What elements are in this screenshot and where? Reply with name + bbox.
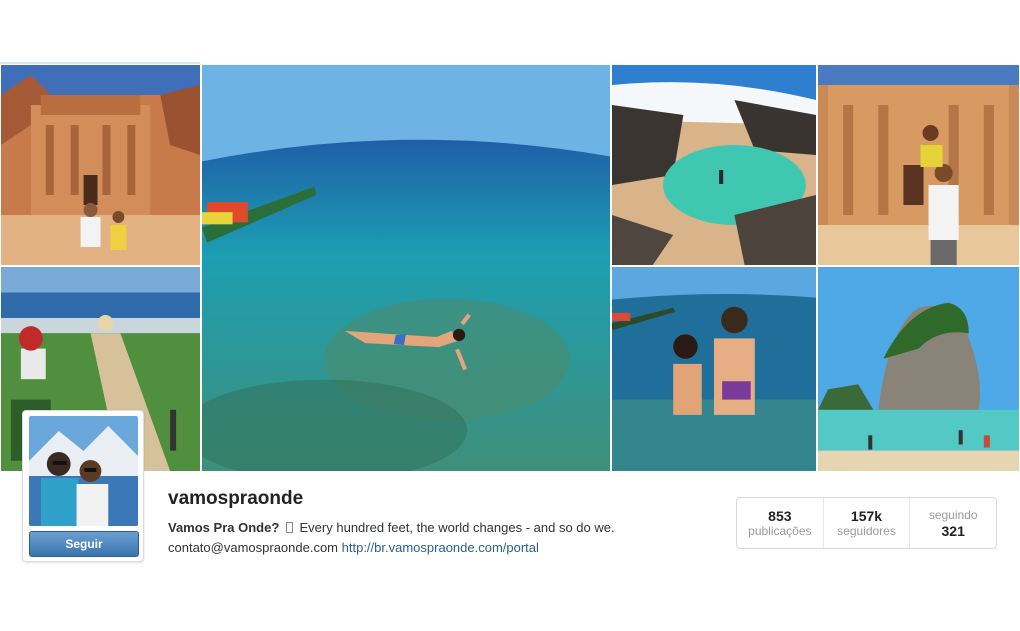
photo-swimmer[interactable] [201, 64, 611, 472]
website-link[interactable]: http://br.vamospraonde.com/portal [342, 540, 539, 555]
display-name: Vamos Pra Onde? [168, 520, 280, 535]
profile-page: Seguir vamospraonde Vamos Pra Onde? Ever… [0, 0, 1020, 631]
profile-stats: 853 publicações 157k seguidores 321 segu… [736, 497, 997, 549]
photo-rock-pool[interactable] [611, 64, 817, 266]
photo-couple-water[interactable] [611, 266, 817, 472]
stat-following[interactable]: 321 seguindo [910, 498, 996, 548]
photo-petra-couple[interactable] [0, 64, 201, 266]
unknown-glyph-icon [285, 522, 293, 533]
bio-text: Every hundred feet, the world changes - … [299, 520, 615, 535]
contact-line: contato@vamospraonde.com http://br.vamos… [168, 540, 539, 555]
follow-button[interactable]: Seguir [29, 531, 139, 557]
posts-count: 853 [768, 507, 792, 524]
avatar-card: Seguir [22, 410, 144, 562]
username: vamospraonde [168, 488, 304, 509]
followers-count: 157k [850, 507, 883, 524]
following-label: seguindo [928, 507, 978, 522]
followers-label: seguidores [837, 523, 896, 538]
photo-island[interactable] [817, 266, 1020, 472]
stat-followers[interactable]: 157k seguidores [824, 498, 911, 548]
email-text: contato@vamospraonde.com [168, 540, 339, 555]
photo-grid [0, 64, 1020, 472]
stat-posts[interactable]: 853 publicações [737, 498, 824, 548]
photo-petra-shoulders[interactable] [817, 64, 1020, 266]
bio: Vamos Pra Onde? Every hundred feet, the … [168, 520, 615, 535]
avatar[interactable] [29, 416, 138, 526]
following-count: 321 [941, 522, 965, 539]
posts-label: publicações [748, 523, 812, 538]
